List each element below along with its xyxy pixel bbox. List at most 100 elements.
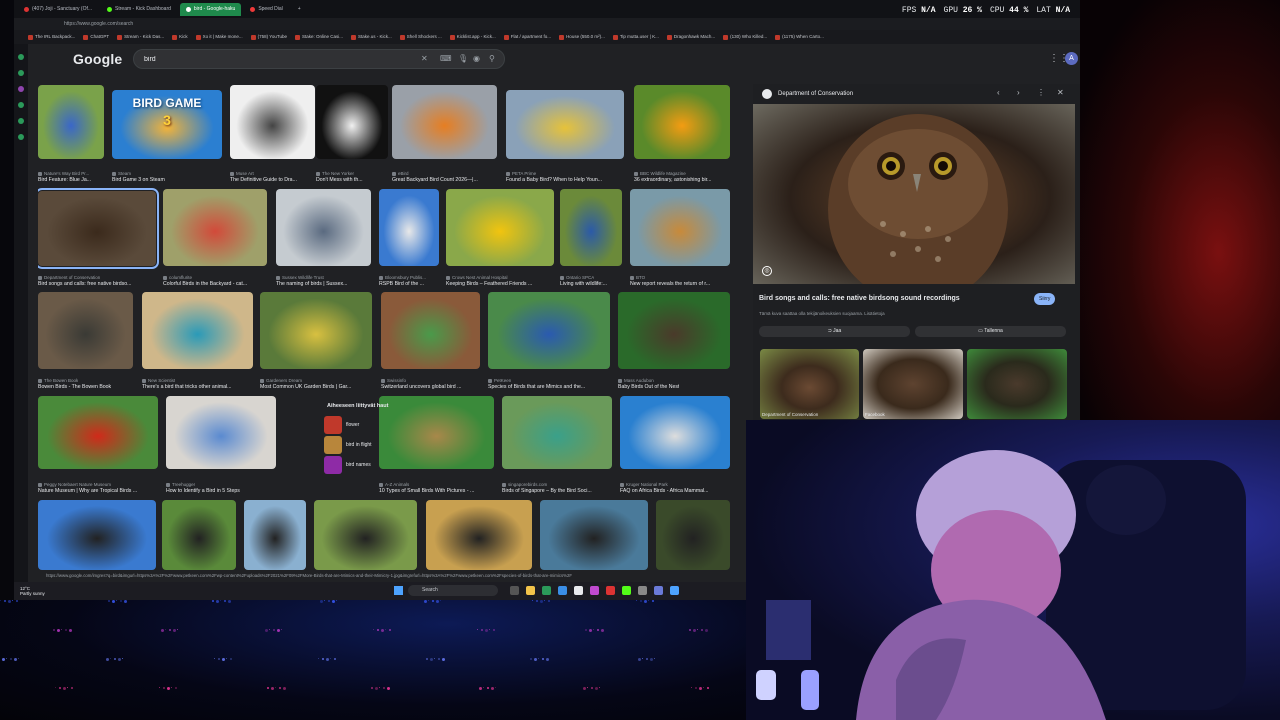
bookmark-item[interactable]: (130) Who Killed...: [723, 34, 767, 40]
result-source[interactable]: PetKeen: [488, 378, 511, 383]
result-caption[interactable]: RSPB Bird of the ...: [379, 281, 424, 287]
result-caption[interactable]: Species of Birds that are Mimics and the…: [488, 384, 585, 390]
result-source[interactable]: Mass Audubon: [618, 378, 654, 383]
result-caption[interactable]: Great Backyard Bird Count 2026—|...: [392, 177, 478, 183]
bookmark-item[interactable]: Shell Shockers ...: [399, 34, 442, 40]
app-icon[interactable]: [654, 586, 663, 595]
result-thumbnail[interactable]: [38, 396, 158, 469]
result-caption[interactable]: Bird Game 3 on Steam: [112, 177, 165, 183]
taskbar-search[interactable]: Search: [408, 585, 498, 596]
result-thumbnail[interactable]: [630, 189, 730, 266]
result-caption[interactable]: Baby Birds Out of the Nest: [618, 384, 679, 390]
result-caption[interactable]: Birds of Singapore – By the Bird Soci...: [502, 488, 592, 494]
rail-twitch-icon[interactable]: [18, 86, 24, 92]
result-thumbnail[interactable]: [38, 292, 133, 369]
browser-icon[interactable]: [542, 586, 551, 595]
result-thumbnail[interactable]: [316, 85, 388, 159]
rail-home-icon[interactable]: [18, 54, 24, 60]
related-search-bird-names[interactable]: bird names: [324, 455, 402, 475]
panel-title[interactable]: Bird songs and calls: free native birdso…: [759, 295, 960, 302]
result-thumbnail[interactable]: [618, 292, 730, 369]
result-source[interactable]: PETA Prime: [506, 171, 536, 176]
result-caption[interactable]: Keeping Birds – Feathered Friends ...: [446, 281, 532, 287]
result-source[interactable]: Gardeners Dream: [260, 378, 302, 383]
microphone-icon[interactable]: 🎙: [458, 54, 468, 63]
preview-image-owl[interactable]: [753, 104, 1075, 284]
save-button[interactable]: ▭ Tallenna: [915, 326, 1066, 337]
result-source[interactable]: Treehugger: [166, 482, 195, 487]
search-input[interactable]: [144, 53, 394, 66]
address-bar[interactable]: https://www.google.com/search: [14, 18, 1080, 30]
tab-youtube[interactable]: (407) Joji - Sanctuary (Of...: [18, 3, 98, 16]
result-caption[interactable]: Nature Museum | Why are Tropical Birds .…: [38, 488, 137, 494]
rail-history-icon[interactable]: [18, 102, 24, 108]
result-source[interactable]: Kruger National Park: [620, 482, 668, 487]
task-view-icon[interactable]: [510, 586, 519, 595]
bookmark-item[interactable]: Xo it | Make mone...: [195, 34, 243, 40]
result-thumbnail[interactable]: [166, 396, 276, 469]
result-caption[interactable]: Found a Baby Bird? When to Help Youn...: [506, 177, 602, 183]
result-thumbnail[interactable]: [656, 500, 730, 570]
result-source[interactable]: Department of Conservation: [38, 275, 100, 280]
tab-speed-dial[interactable]: Speed Dial: [244, 3, 288, 16]
related-search-flower[interactable]: flower: [324, 415, 402, 435]
steam-icon[interactable]: [670, 586, 679, 595]
result-thumbnail[interactable]: [540, 500, 648, 570]
result-source[interactable]: Steam: [112, 171, 131, 176]
opera-icon[interactable]: [606, 586, 615, 595]
edge-icon[interactable]: [558, 586, 567, 595]
related-search-bird-in-flight[interactable]: bird in flight: [324, 435, 402, 455]
result-thumbnail[interactable]: [560, 189, 622, 266]
result-thumbnail[interactable]: [620, 396, 730, 469]
result-thumbnail[interactable]: [381, 292, 480, 369]
keyboard-icon[interactable]: ⌨: [440, 54, 452, 63]
bookmark-item[interactable]: The IRL Backpack...: [28, 34, 75, 40]
result-source[interactable]: BBC Wildlife Magazine: [634, 171, 686, 176]
bookmark-item[interactable]: Stake: Online Casi...: [294, 34, 343, 40]
rail-settings-icon[interactable]: [18, 134, 24, 140]
result-caption[interactable]: 10 Types of Small Birds With Pictures - …: [379, 488, 474, 494]
result-caption[interactable]: The naming of birds | Sussex...: [276, 281, 347, 287]
bookmark-item[interactable]: Flat / apartment fo...: [503, 34, 551, 40]
bookmark-item[interactable]: Kick: [172, 34, 188, 40]
result-source[interactable]: columflurite: [163, 275, 192, 280]
result-caption[interactable]: FAQ on Africa Birds - Africa Mammal...: [620, 488, 709, 494]
file-explorer-icon[interactable]: [526, 586, 535, 595]
result-thumbnail[interactable]: [426, 500, 532, 570]
result-source[interactable]: Peggy Notebaert Nature Museum: [38, 482, 111, 487]
result-caption[interactable]: New report reveals the return of r...: [630, 281, 710, 287]
bookmark-item[interactable]: Dragonhawk Mach...: [666, 34, 715, 40]
result-thumbnail[interactable]: [38, 500, 156, 570]
related-image-owl-3[interactable]: [967, 349, 1067, 419]
result-caption[interactable]: Bowen Birds - The Bowen Book: [38, 384, 111, 390]
result-thumbnail[interactable]: [38, 85, 104, 159]
panel-source[interactable]: Department of Conservation: [778, 91, 853, 97]
result-thumbnail[interactable]: [314, 500, 417, 570]
result-thumbnail[interactable]: [244, 500, 306, 570]
new-tab-button[interactable]: +: [292, 3, 307, 16]
kick-app-icon[interactable]: [622, 586, 631, 595]
bookmark-item[interactable]: ChatGPT: [83, 34, 109, 40]
search-icon[interactable]: ⚲: [489, 54, 495, 63]
result-thumbnail[interactable]: [379, 189, 439, 266]
result-source[interactable]: Crows Nest Animal Hospital: [446, 275, 508, 280]
result-thumbnail[interactable]: [38, 188, 159, 269]
result-source[interactable]: Sussex Wildlife Trust: [276, 275, 324, 280]
result-thumbnail[interactable]: [230, 85, 315, 159]
bookmark-item[interactable]: Stream - Kick Das...: [117, 34, 164, 40]
result-source[interactable]: eBird: [392, 171, 409, 176]
result-thumbnail[interactable]: [276, 189, 371, 266]
bookmark-item[interactable]: Stake.us - Kick...: [350, 34, 392, 40]
tab-google-bird[interactable]: bird - Google-haku: [179, 2, 242, 16]
result-source[interactable]: Bloomsbury Publis...: [379, 275, 426, 280]
result-caption[interactable]: Switzerland uncovers global bird ...: [381, 384, 461, 390]
result-caption[interactable]: Living with wildlife:...: [560, 281, 607, 287]
result-thumbnail[interactable]: [162, 500, 236, 570]
close-icon[interactable]: ✕: [1057, 88, 1064, 97]
result-caption[interactable]: Most Common UK Garden Birds | Gar...: [260, 384, 351, 390]
result-caption[interactable]: How to Identify a Bird in 5 Steps: [166, 488, 240, 494]
result-caption[interactable]: Don't Mess with th...: [316, 177, 363, 183]
share-button[interactable]: ⮊ Jaa: [759, 326, 910, 337]
clear-icon[interactable]: ✕: [421, 54, 428, 63]
rail-messenger-icon[interactable]: [18, 70, 24, 76]
